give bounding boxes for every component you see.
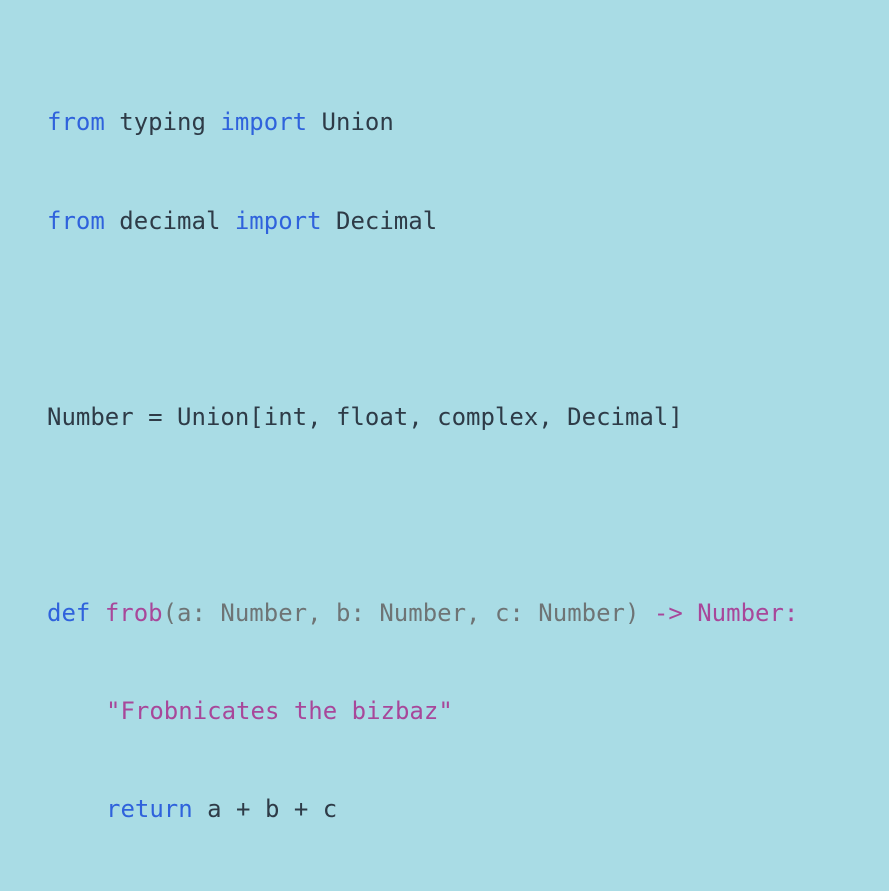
code-line-6: return a + b + c <box>47 793 798 826</box>
return-annotation: -> Number: <box>639 598 799 627</box>
keyword-import: import <box>234 206 322 235</box>
code-line-4: def frob(a: Number, b: Number, c: Number… <box>47 597 798 630</box>
imported-name: Decimal <box>321 206 438 235</box>
keyword-import: import <box>220 108 308 137</box>
function-parameters: (a: Number, b: Number, c: Number) <box>162 598 640 627</box>
keyword-from: from <box>47 206 105 235</box>
keyword-from: from <box>47 108 105 137</box>
code-line-5: "Frobnicates the bizbaz" <box>47 695 798 728</box>
return-expression: a + b + c <box>192 795 338 824</box>
module-name: typing <box>104 108 221 137</box>
code-block: from typing import Union from decimal im… <box>47 41 798 891</box>
imported-name: Union <box>307 108 394 137</box>
docstring: "Frobnicates the bizbaz" <box>106 696 453 725</box>
function-name: frob <box>104 598 163 627</box>
code-line-3: Number = Union[int, float, complex, Deci… <box>47 401 798 434</box>
type-alias-statement: Number = Union[int, float, complex, Deci… <box>47 402 683 431</box>
code-line-2: from decimal import Decimal <box>47 205 798 238</box>
keyword-def: def <box>47 598 91 627</box>
module-name: decimal <box>104 206 235 235</box>
keyword-return: return <box>106 795 193 824</box>
code-line-1: from typing import Union <box>47 106 798 139</box>
code-slide: from typing import Union from decimal im… <box>0 0 889 823</box>
